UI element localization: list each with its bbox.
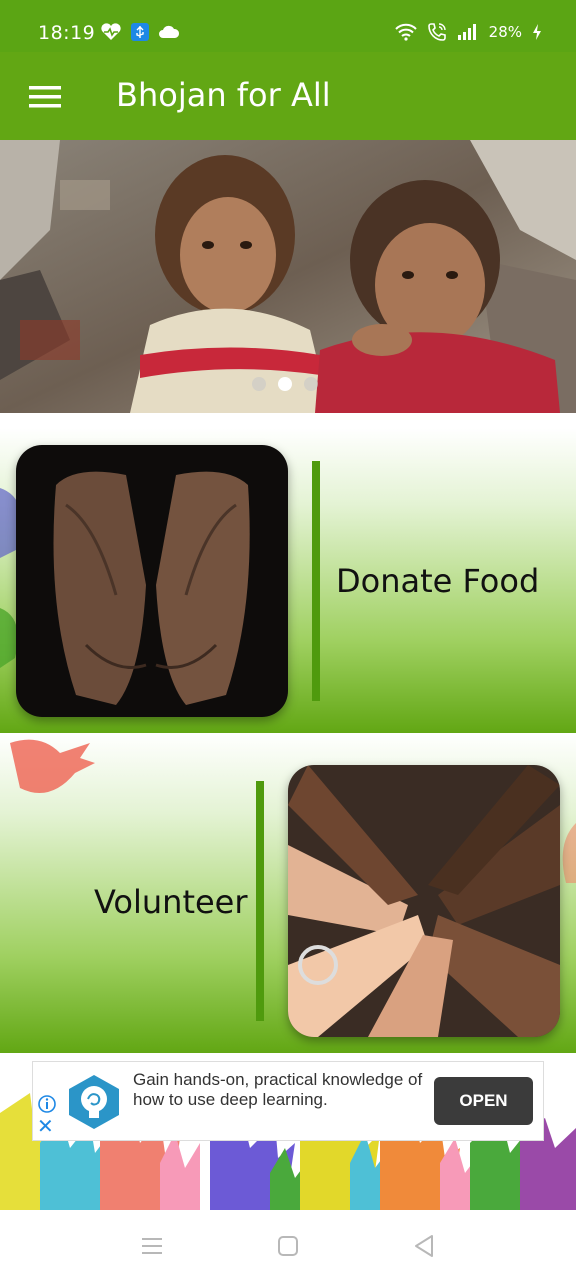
app-title: Bhojan for All (116, 76, 331, 114)
menu-button[interactable] (22, 74, 68, 120)
home-icon[interactable] (274, 1232, 302, 1260)
cloud-icon (159, 25, 180, 38)
status-time: 18:19 (38, 22, 96, 44)
status-system-icons: 28% (394, 22, 542, 42)
status-bar: 18:19 28% (0, 0, 576, 52)
donate-food-photo (16, 445, 288, 717)
volunteer-label: Volunteer (94, 883, 248, 921)
children-photo (0, 140, 576, 413)
usb-icon (131, 23, 149, 41)
close-icon[interactable]: ✕ (37, 1116, 54, 1136)
carousel-dot[interactable] (304, 377, 318, 391)
volunteer-card[interactable]: Volunteer (0, 733, 576, 1053)
hamburger-menu-icon (29, 86, 61, 108)
battery-percentage: 28% (488, 23, 522, 41)
volunteer-photo (288, 765, 560, 1037)
carousel-dot-active[interactable] (278, 377, 292, 391)
stacked-hands-image (288, 765, 560, 1037)
system-navigation-bar (0, 1210, 576, 1280)
info-icon[interactable] (37, 1094, 57, 1114)
back-icon[interactable] (410, 1232, 438, 1260)
app-bar: Bhojan for All (0, 52, 576, 140)
heart-monitor-icon (101, 23, 121, 40)
brain-logo-icon (69, 1075, 119, 1129)
battery-charging-icon (533, 24, 541, 40)
carousel-indicator (252, 377, 318, 391)
ad-open-button[interactable]: OPEN (434, 1077, 533, 1125)
signal-icon (457, 24, 476, 40)
ad-banner[interactable]: ✕ Gain hands-on, practical knowledge of … (32, 1061, 544, 1141)
cupped-hands-image (16, 445, 288, 717)
wifi-icon (394, 23, 417, 41)
hands-decoration (10, 739, 95, 793)
image-carousel[interactable] (0, 140, 576, 413)
recents-icon[interactable] (138, 1232, 166, 1260)
donate-food-label: Donate Food (336, 562, 540, 600)
carousel-dot[interactable] (252, 377, 266, 391)
call-icon (427, 23, 446, 41)
donate-divider (312, 461, 320, 701)
volunteer-divider (256, 781, 264, 1021)
ad-description: Gain hands-on, practical knowledge of ho… (133, 1070, 423, 1109)
status-notification-icons (100, 22, 180, 42)
donate-food-card[interactable]: Donate Food (0, 428, 576, 733)
